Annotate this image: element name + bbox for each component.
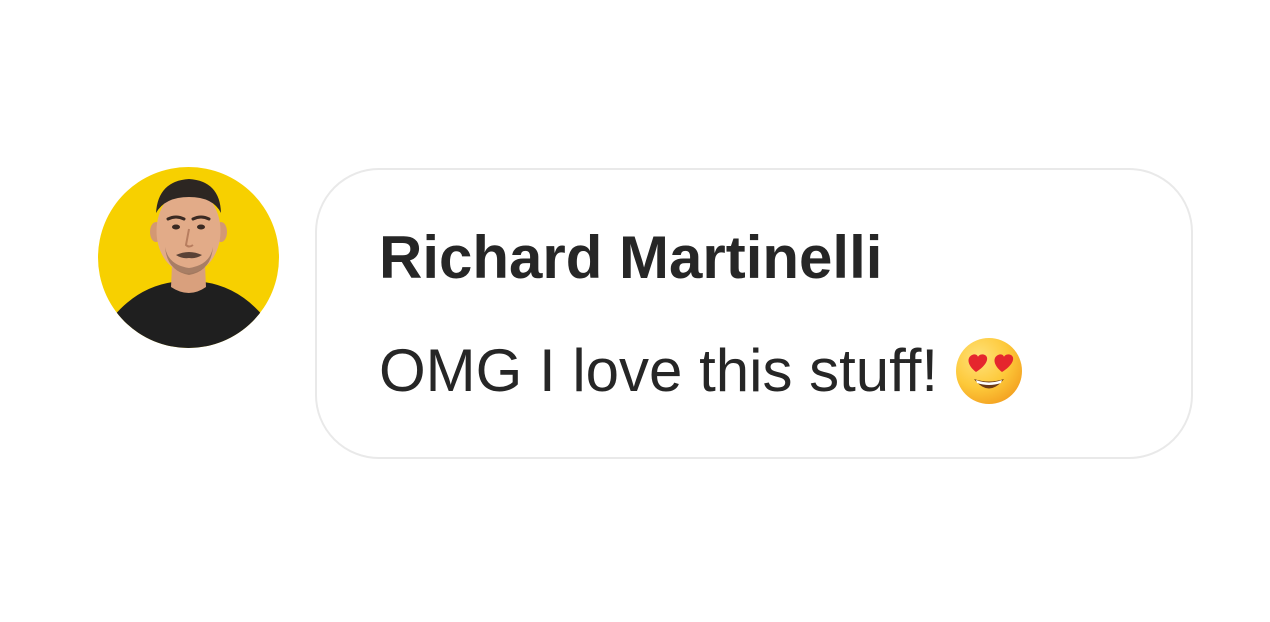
author-name[interactable]: Richard Martinelli [379, 222, 882, 294]
comment-text: OMG I love this stuff! [379, 337, 939, 404]
heart-eyes-emoji-icon [954, 336, 1024, 406]
user-avatar-icon [98, 179, 279, 348]
comment-bubble: Richard Martinelli OMG I love this stuff… [315, 168, 1193, 459]
comment: Richard Martinelli OMG I love this stuff… [98, 167, 1198, 462]
comment-body: OMG I love this stuff! [379, 333, 1024, 409]
avatar[interactable] [98, 167, 279, 348]
